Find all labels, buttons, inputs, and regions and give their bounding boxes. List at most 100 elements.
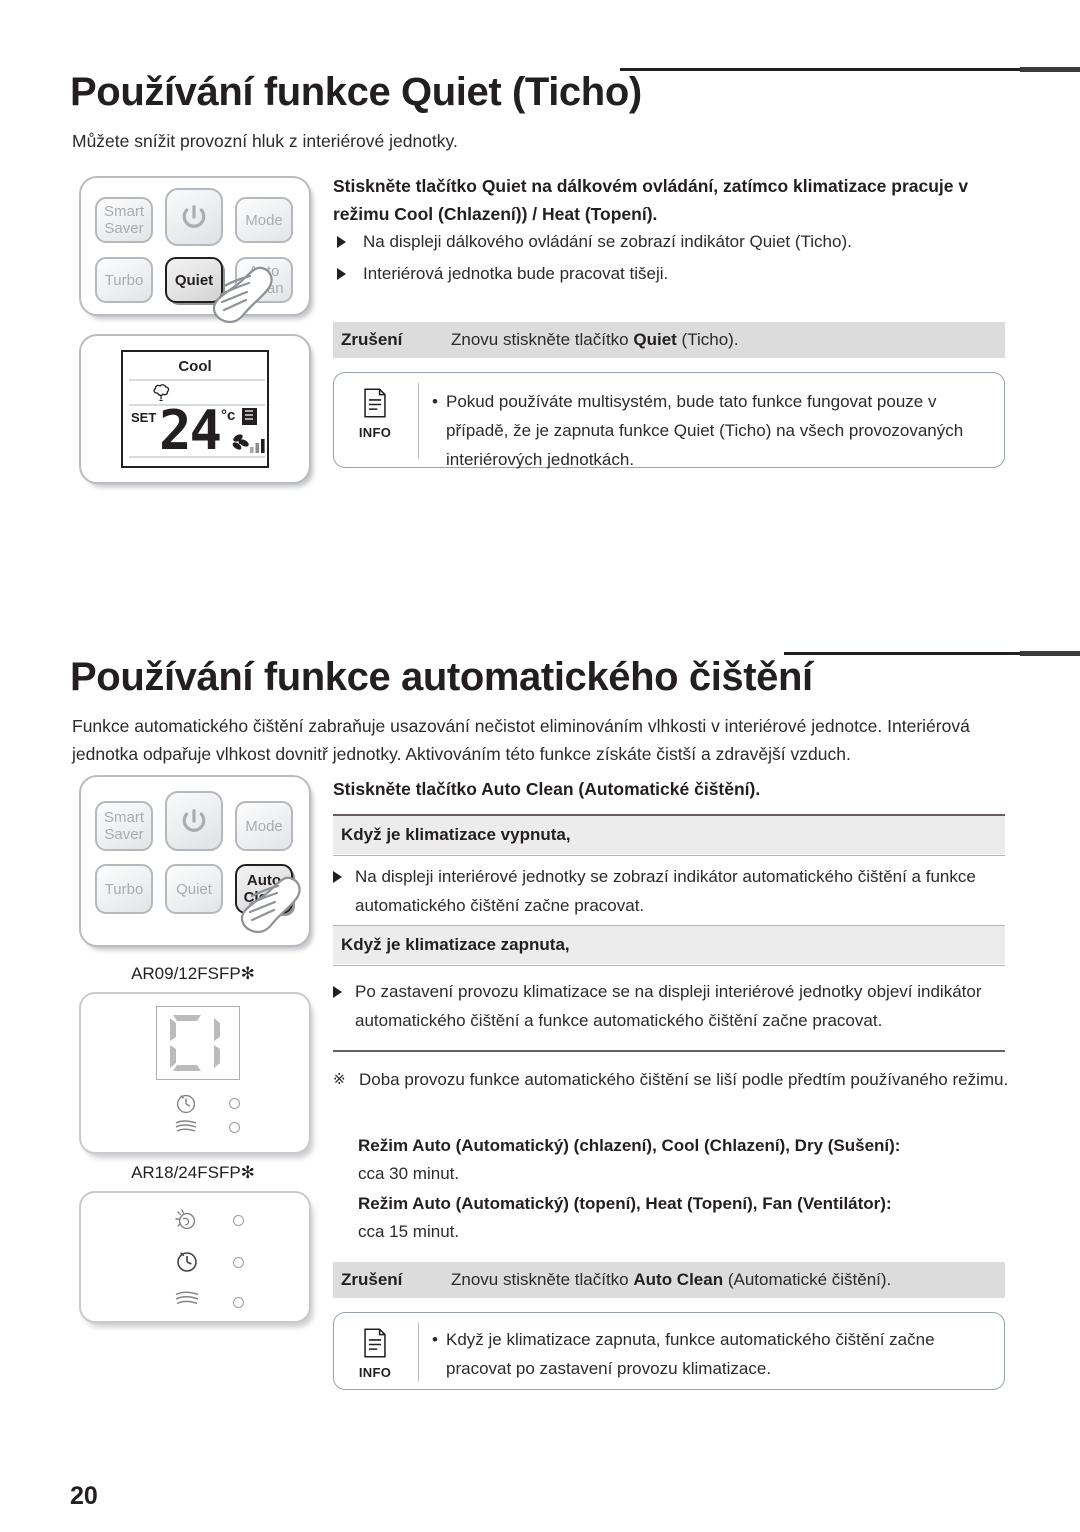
section-rule-cap bbox=[1020, 67, 1080, 72]
remote-button-label: Smart Saver bbox=[103, 203, 144, 237]
cancel-row-autoclean: Zrušení Znovu stiskněte tlačítko Auto Cl… bbox=[333, 1262, 1005, 1298]
info-icon-group: INFO bbox=[348, 1327, 402, 1380]
remote-control-autoclean: Smart Saver Mode Turbo Quiet Auto Clean bbox=[79, 775, 311, 947]
remote-button-label: Turbo bbox=[104, 271, 144, 289]
list-item-text: Na displeji dálkového ovládání se zobraz… bbox=[363, 232, 852, 251]
info-divider bbox=[418, 1323, 419, 1381]
instruction-autoclean: Stiskněte tlačítko Auto Clean (Automatic… bbox=[333, 775, 993, 803]
remote-button-label: Quiet bbox=[174, 271, 214, 289]
divider bbox=[333, 965, 1005, 966]
remote-lcd-case: Cool SET 24 °c bbox=[79, 334, 311, 484]
cancel-text-before: Znovu stiskněte tlačítko bbox=[451, 1270, 634, 1289]
info-icon-group: INFO bbox=[348, 387, 402, 440]
timer-icon bbox=[176, 1094, 196, 1114]
intro-autoclean: Funkce automatického čištění zabraňuje u… bbox=[72, 716, 970, 764]
fan-speed-icon bbox=[232, 434, 265, 453]
note-mark-icon: ※ bbox=[333, 1071, 346, 1088]
triangle-bullet-icon bbox=[337, 236, 346, 248]
mode-duration-value: cca 15 minut. bbox=[358, 1222, 460, 1241]
document-icon bbox=[364, 1328, 386, 1358]
section-rule-cap bbox=[1020, 651, 1080, 656]
bullet-list-ac-on: Po zastavení provozu klimatizace se na d… bbox=[333, 977, 1005, 1038]
indoor-unit-display-2 bbox=[79, 1191, 311, 1323]
remote-button-power[interactable] bbox=[165, 188, 223, 246]
remote-button-power[interactable] bbox=[165, 791, 223, 851]
remote-button-auto-clean[interactable]: Auto Clean bbox=[235, 864, 293, 914]
info-box-quiet: INFO • Pokud používáte multisystém, bude… bbox=[333, 372, 1005, 469]
info-text-content: Když je klimatizace zapnuta, funkce auto… bbox=[446, 1330, 935, 1378]
remote-control-quiet: Smart Saver Mode Turbo Quiet Auto Clean bbox=[79, 176, 311, 316]
auto-clean-icon bbox=[175, 1209, 196, 1230]
list-item: Po zastavení provozu klimatizace se na d… bbox=[333, 977, 1005, 1035]
info-text-content: Pokud používáte multisystém, bude tato f… bbox=[446, 392, 964, 469]
note-text: Doba provozu funkce automatického čištěn… bbox=[359, 1070, 1009, 1089]
list-item: Na displeji interiérové jednotky se zobr… bbox=[333, 862, 1005, 920]
indicator-led bbox=[229, 1122, 240, 1133]
cancel-text-after: (Automatické čištění). bbox=[723, 1270, 892, 1289]
page-title-quiet: Používání funkce Quiet (Ticho) bbox=[70, 70, 642, 114]
info-label: INFO bbox=[358, 425, 392, 440]
cancel-text-after: (Ticho). bbox=[676, 330, 739, 349]
remote-button-turbo[interactable]: Turbo bbox=[95, 257, 153, 303]
timer-icon bbox=[177, 1252, 197, 1272]
triangle-bullet-icon bbox=[333, 871, 342, 883]
divider bbox=[333, 855, 1005, 856]
list-item-text: Interiérová jednotka bude pracovat tišej… bbox=[363, 264, 669, 283]
cancel-label: Zrušení bbox=[341, 1270, 403, 1289]
info-box-autoclean: INFO • Když je klimatizace zapnuta, funk… bbox=[333, 1312, 1005, 1390]
remote-button-quiet[interactable]: Quiet bbox=[165, 864, 223, 914]
instruction-part-3: (Automatické čištění). bbox=[573, 779, 761, 799]
info-text-quiet: • Pokud používáte multisystém, bude tato… bbox=[432, 387, 986, 474]
bullet-list-ac-off: Na displeji interiérové jednotky se zobr… bbox=[333, 862, 1005, 923]
indicator-led bbox=[233, 1257, 244, 1268]
cancel-row-quiet: Zrušení Znovu stiskněte tlačítko Quiet (… bbox=[333, 322, 1005, 358]
mode-name: Režim Auto (Automatický) (chlazení), Coo… bbox=[358, 1136, 901, 1155]
lcd-divider bbox=[129, 379, 265, 381]
remote-button-quiet[interactable]: Quiet bbox=[165, 257, 223, 303]
mode-duration-2: Režim Auto (Automatický) (topení), Heat … bbox=[358, 1190, 1018, 1246]
lcd-degree-unit: °c bbox=[221, 407, 236, 424]
airflow-icon bbox=[175, 1291, 199, 1305]
cancel-text-before: Znovu stiskněte tlačítko bbox=[451, 330, 634, 349]
swing-indicator-icon bbox=[242, 408, 257, 425]
remote-lcd-screen: Cool SET 24 °c bbox=[121, 350, 269, 468]
list-item: Interiérová jednotka bude pracovat tišej… bbox=[333, 259, 993, 288]
list-item-text: Na displeji interiérové jednotky se zobr… bbox=[355, 867, 976, 915]
remote-button-label: Turbo bbox=[104, 880, 144, 898]
document-icon bbox=[364, 388, 386, 418]
instruction-keyword: Quiet bbox=[481, 176, 527, 196]
indicator-led bbox=[229, 1098, 240, 1109]
remote-button-mode[interactable]: Mode bbox=[235, 801, 293, 851]
remote-button-mode[interactable]: Mode bbox=[235, 197, 293, 243]
info-label: INFO bbox=[358, 1365, 392, 1380]
remote-button-label: Smart Saver bbox=[103, 809, 144, 843]
cancel-text-keyword: Auto Clean bbox=[633, 1270, 724, 1289]
power-icon bbox=[182, 205, 206, 228]
remote-button-smart-saver[interactable]: Smart Saver bbox=[95, 197, 153, 243]
segment-glyph-c1 bbox=[170, 1015, 220, 1071]
manual-page: Používání funkce Quiet (Ticho) Můžete sn… bbox=[0, 0, 1080, 1532]
bullet-list-quiet: Na displeji dálkového ovládání se zobraz… bbox=[333, 227, 993, 291]
mode-duration-value: cca 30 minut. bbox=[358, 1164, 460, 1183]
intro-quiet: Můžete snížit provozní hluk z interiérov… bbox=[72, 131, 458, 151]
remote-button-smart-saver[interactable]: Smart Saver bbox=[95, 801, 153, 851]
list-item: Na displeji dálkového ovládání se zobraz… bbox=[333, 227, 993, 256]
indoor-unit-display-1 bbox=[79, 992, 311, 1154]
section-rule-autoclean bbox=[784, 651, 1080, 656]
divider bbox=[333, 1050, 1005, 1052]
cancel-text: Znovu stiskněte tlačítko Quiet (Ticho). bbox=[451, 330, 739, 350]
power-icon bbox=[182, 809, 206, 832]
list-item-text: Po zastavení provozu klimatizace se na d… bbox=[355, 982, 982, 1030]
triangle-bullet-icon bbox=[337, 268, 346, 280]
instruction-part-1: Stiskněte tlačítko bbox=[333, 176, 482, 196]
cancel-text-keyword: Quiet bbox=[633, 330, 677, 349]
cancel-label: Zrušení bbox=[341, 330, 403, 349]
remote-button-label: Auto Clean bbox=[244, 263, 284, 297]
lcd-set-label: SET bbox=[131, 410, 157, 425]
seven-segment-display-1 bbox=[156, 1006, 240, 1080]
remote-button-auto-clean[interactable]: Auto Clean bbox=[235, 257, 293, 303]
remote-button-turbo[interactable]: Turbo bbox=[95, 864, 153, 914]
instruction-quiet: Stiskněte tlačítko Quiet na dálkovém ovl… bbox=[333, 172, 993, 228]
page-number: 20 bbox=[70, 1482, 98, 1510]
instruction-keyword: Auto Clean bbox=[481, 779, 574, 799]
